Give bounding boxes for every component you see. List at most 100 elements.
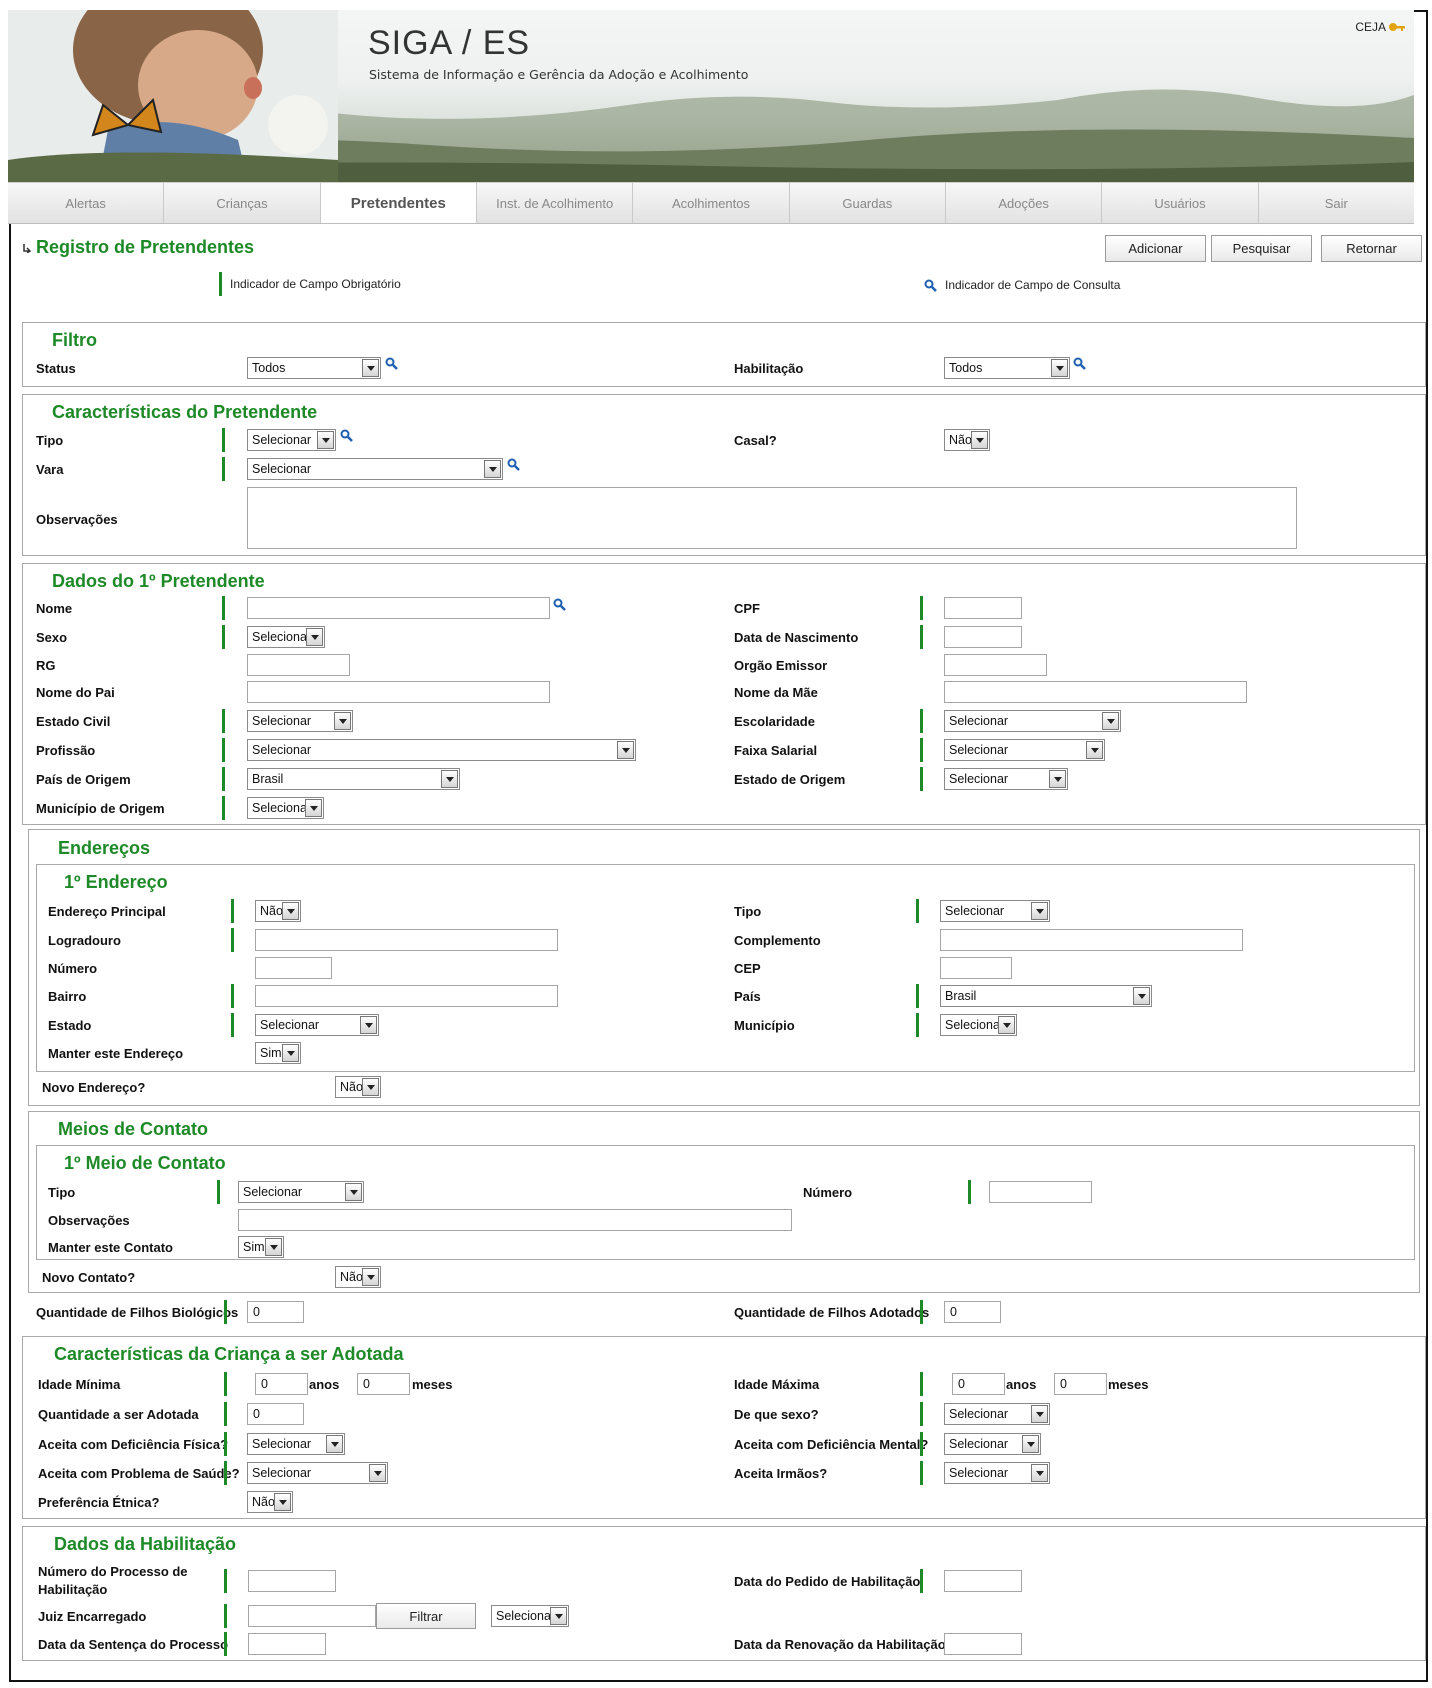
pai-input[interactable] [247,681,550,703]
contact-tipo-select[interactable]: Selecionar [238,1181,364,1203]
idade-minima-anos-input[interactable]: 0 [255,1373,308,1395]
profissao-select[interactable]: Selecionar [247,739,636,761]
estado-origem-select[interactable]: Selecionar [944,768,1068,790]
required-indicator [920,709,923,733]
municipio-origem-select[interactable]: Selecionar [247,797,324,819]
juiz-label: Juiz Encarregado [38,1609,147,1624]
chevron-down-icon [971,431,988,449]
chevron-down-icon [345,1183,362,1201]
contact-obs-input[interactable] [238,1209,792,1231]
novo-contato-select[interactable]: Não [335,1266,381,1288]
magnifier-icon[interactable] [507,458,520,471]
required-indicator [968,1180,971,1204]
pais-origem-select[interactable]: Brasil [247,768,460,790]
address-pais-select[interactable]: Brasil [940,985,1152,1007]
address-principal-value: Não [260,904,283,918]
tab-usuarios[interactable]: Usuários [1102,183,1259,223]
tab-sair[interactable]: Sair [1259,183,1414,223]
required-indicator [222,738,225,762]
contact-numero-label: Número [803,1185,853,1200]
civil-label: Estado Civil [36,714,111,729]
address-type-select[interactable]: Selecionar [940,900,1050,922]
preferencia-etnica-select[interactable]: Não [247,1491,293,1513]
address-pais-label: País [734,989,761,1004]
search-button[interactable]: Pesquisar [1211,235,1312,262]
cep-label: CEP [734,961,761,976]
observacoes-textarea[interactable] [247,487,1297,549]
tab-guardas[interactable]: Guardas [790,183,946,223]
manter-endereco-value: Sim [260,1046,282,1060]
nascimento-input[interactable] [944,626,1022,648]
nome-input[interactable] [247,597,550,619]
first-address-title: 1º Endereço [64,872,168,892]
idade-minima-meses-input[interactable]: 0 [357,1373,410,1395]
juiz-value: Selecionar [496,1609,556,1623]
back-button[interactable]: Retornar [1321,235,1422,262]
child-characteristics-title: Características da Criança a ser Adotada [54,1344,404,1364]
manter-contato-select[interactable]: Sim [238,1236,284,1258]
ceja-link[interactable]: CEJA [1355,20,1406,34]
filtrar-button[interactable]: Filtrar [376,1603,476,1629]
tab-acolhimentos[interactable]: Acolhimentos [633,183,790,223]
pedido-input[interactable] [944,1570,1022,1592]
deficiencia-fisica-select[interactable]: Selecionar [247,1433,345,1455]
logradouro-input[interactable] [255,929,558,951]
habilitacao-value: Todos [949,361,983,375]
civil-select[interactable]: Selecionar [247,710,353,732]
sentenca-input[interactable] [248,1633,326,1655]
vara-select[interactable]: Selecionar [247,458,503,480]
status-label: Status [36,361,76,376]
complemento-input[interactable] [940,929,1243,951]
tipo-select[interactable]: Selecionar [247,429,336,451]
magnifier-icon[interactable] [1073,357,1086,370]
orgao-input[interactable] [944,654,1047,676]
renovacao-input[interactable] [944,1633,1022,1655]
casal-select[interactable]: Não [944,429,990,451]
deficiencia-mental-select[interactable]: Selecionar [944,1433,1041,1455]
cpf-input[interactable] [944,597,1022,619]
irmaos-select[interactable]: Selecionar [944,1462,1050,1484]
filhos-biologicos-input[interactable]: 0 [247,1301,304,1323]
address-municipio-select[interactable]: Selecionar [940,1014,1017,1036]
magnifier-icon[interactable] [553,598,566,611]
address-principal-select[interactable]: Não [255,900,301,922]
faixa-select[interactable]: Selecionar [944,739,1105,761]
characteristics-title: Características do Pretendente [52,402,318,422]
numero-input[interactable] [255,957,332,979]
quantidade-input[interactable]: 0 [247,1403,304,1425]
magnifier-icon[interactable] [385,357,398,370]
processo-input[interactable] [248,1570,336,1592]
magnifier-icon[interactable] [340,429,353,442]
escolaridade-select[interactable]: Selecionar [944,710,1121,732]
tab-adocoes[interactable]: Adoções [946,183,1103,223]
problema-saude-select[interactable]: Selecionar [247,1462,388,1484]
bullet-arrow-icon [23,243,32,253]
tab-inst-acolhimento[interactable]: Inst. de Acolhimento [477,183,634,223]
tab-alertas[interactable]: Alertas [8,183,165,223]
bairro-input[interactable] [255,985,558,1007]
contact-tipo-label: Tipo [48,1185,76,1200]
sexo-crianca-select[interactable]: Selecionar [944,1403,1050,1425]
contact-tipo-value: Selecionar [243,1185,303,1199]
idade-maxima-anos-input[interactable]: 0 [952,1373,1005,1395]
novo-endereco-select[interactable]: Não [335,1076,381,1098]
address-estado-select[interactable]: Selecionar [255,1014,379,1036]
habilitacao-select[interactable]: Todos [944,357,1070,379]
juiz-select[interactable]: Selecionar [491,1605,569,1627]
chevron-down-icon [484,460,501,478]
rg-input[interactable] [247,654,350,676]
mae-input[interactable] [944,681,1247,703]
filhos-adotados-input[interactable]: 0 [944,1301,1001,1323]
deficiencia-mental-value: Selecionar [949,1437,1009,1451]
status-select[interactable]: Todos [247,357,381,379]
tab-pretendentes[interactable]: Pretendentes [320,183,477,223]
sexo-select[interactable]: Selecionar [247,626,325,648]
add-button[interactable]: Adicionar [1105,235,1206,262]
juiz-input[interactable] [248,1605,376,1627]
tab-criancas[interactable]: Crianças [164,183,321,223]
contact-numero-input[interactable] [989,1181,1092,1203]
chevron-down-icon [362,359,379,377]
cep-input[interactable] [940,957,1012,979]
idade-maxima-meses-input[interactable]: 0 [1054,1373,1107,1395]
manter-endereco-select[interactable]: Sim [255,1042,301,1064]
